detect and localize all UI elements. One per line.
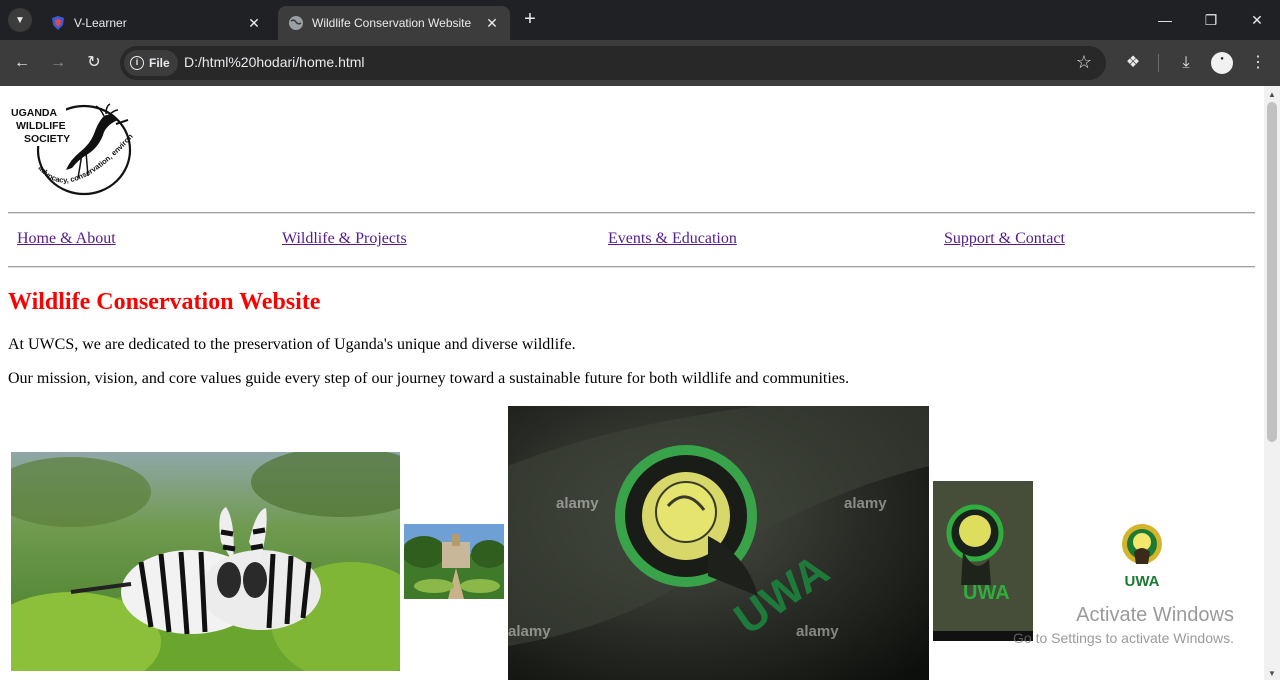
uwa-uniform-badge-photo: UWA alamy alamy alamy alamy <box>508 406 929 680</box>
page-scrollbar[interactable]: ▲ ▼ <box>1264 86 1280 680</box>
download-icon[interactable]: ⤓ <box>1174 51 1198 75</box>
nav-divider <box>8 266 1255 268</box>
scroll-thumb[interactable] <box>1267 102 1277 442</box>
scroll-up-arrow-icon[interactable]: ▲ <box>1268 90 1276 99</box>
shield-favicon-icon <box>52 16 64 30</box>
tab-close-icon[interactable]: ✕ <box>484 15 500 31</box>
zebra-photo <box>11 452 400 671</box>
forward-arrow-icon[interactable]: → <box>46 51 70 75</box>
nav-link-support-contact[interactable]: Support & Contact <box>944 230 1065 248</box>
svg-text:alamy: alamy <box>556 495 599 512</box>
header-divider <box>8 212 1255 214</box>
page-viewport: UGANDA WILDLIFE SOCIETY advocacy, conser… <box>0 86 1264 680</box>
tab-title: Wildlife Conservation Website <box>312 16 472 30</box>
tab-wildlife-conservation[interactable]: Wildlife Conservation Website ✕ <box>278 6 510 40</box>
activate-windows-subtitle: Go to Settings to activate Windows. <box>1013 630 1234 646</box>
tab-title: V-Learner <box>74 16 127 30</box>
nav-link-wildlife-projects[interactable]: Wildlife & Projects <box>282 230 407 248</box>
menu-kebab-icon[interactable]: ⋮ <box>1246 51 1270 75</box>
uganda-wildlife-society-logo: UGANDA WILDLIFE SOCIETY advocacy, conser… <box>8 98 135 196</box>
browser-tab-bar: ▼ V-Learner ✕ Wildlife Conservation Webs… <box>0 0 1280 40</box>
svg-text:UGANDA: UGANDA <box>11 107 57 119</box>
globe-favicon-icon <box>289 16 303 30</box>
svg-text:alamy: alamy <box>508 623 551 640</box>
browser-toolbar: ← → ↻ i File D:/html%20hodari/home.html … <box>0 40 1280 86</box>
tab-close-icon[interactable]: ✕ <box>246 15 262 31</box>
svg-text:UWA: UWA <box>963 582 1010 604</box>
window-close-icon[interactable]: ✕ <box>1234 0 1280 40</box>
nav-link-home-about[interactable]: Home & About <box>17 230 116 248</box>
toolbar-divider <box>1158 54 1159 72</box>
extensions-puzzle-icon[interactable]: ❖ <box>1121 51 1145 75</box>
svg-text:alamy: alamy <box>844 495 887 512</box>
new-tab-plus-icon[interactable]: + <box>518 8 542 32</box>
building-photo <box>404 524 504 599</box>
intro-paragraph: At UWCS, we are dedicated to the preserv… <box>8 336 576 353</box>
tab-search-chevron-icon[interactable]: ▼ <box>8 8 32 32</box>
back-arrow-icon[interactable]: ← <box>10 51 34 75</box>
url-text[interactable]: D:/html%20hodari/home.html <box>184 54 365 70</box>
svg-text:alamy: alamy <box>796 623 839 640</box>
reload-icon[interactable]: ↻ <box>82 51 106 75</box>
address-bar[interactable]: i File D:/html%20hodari/home.html ☆ <box>120 46 1106 80</box>
page-title: Wildlife Conservation Website <box>8 289 321 315</box>
minimize-icon[interactable]: — <box>1142 0 1188 40</box>
mission-paragraph: Our mission, vision, and core values gui… <box>8 370 850 387</box>
svg-text:SOCIETY: SOCIETY <box>24 133 70 145</box>
nav-link-events-education[interactable]: Events & Education <box>608 230 737 248</box>
site-info-chip[interactable]: i File <box>124 50 178 76</box>
activate-windows-title: Activate Windows <box>1076 604 1234 626</box>
svg-text:WILDLIFE: WILDLIFE <box>16 120 66 132</box>
info-icon: i <box>130 56 144 70</box>
restore-icon[interactable]: ❐ <box>1188 0 1234 40</box>
scroll-down-arrow-icon[interactable]: ▼ <box>1268 669 1276 678</box>
profile-avatar[interactable]: ● <box>1211 52 1233 74</box>
chip-label: File <box>149 56 170 70</box>
tab-v-learner[interactable]: V-Learner ✕ <box>40 6 272 40</box>
uwa-logo: UWA <box>1122 524 1162 590</box>
uwa-shoulder-badge-photo: UWA <box>933 481 1033 641</box>
svg-text:UWA: UWA <box>1125 573 1160 590</box>
bookmark-star-icon[interactable]: ☆ <box>1076 52 1092 73</box>
